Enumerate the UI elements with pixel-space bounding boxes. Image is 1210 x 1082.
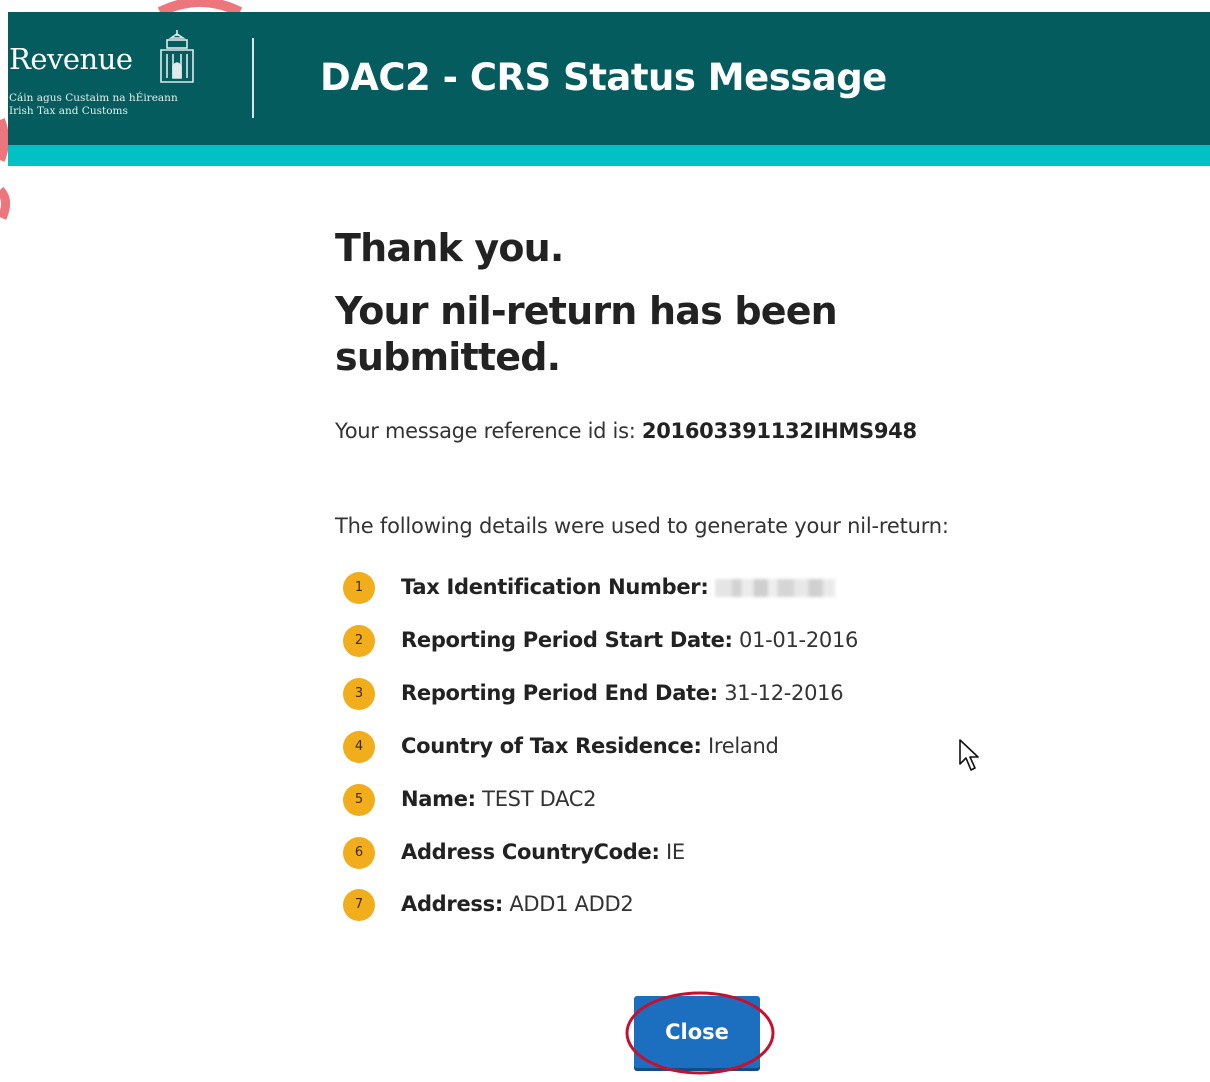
step-number-badge: 2 xyxy=(343,625,375,657)
detail-label: Reporting Period Start Date: xyxy=(401,628,733,652)
submission-confirmation-heading: Your nil-return has been submitted. xyxy=(335,289,838,379)
logo-subtitle-line-2: Irish Tax and Customs xyxy=(9,105,128,117)
detail-item-address: 7 Address: ADD1 ADD2 xyxy=(343,889,1023,923)
reference-id-label: Your message reference id is: xyxy=(335,419,636,443)
detail-item-country-code: 6 Address CountryCode: IE xyxy=(343,837,1023,871)
detail-label: Reporting Period End Date: xyxy=(401,681,718,705)
step-number-badge: 3 xyxy=(343,678,375,710)
detail-label: Address: xyxy=(401,892,503,916)
logo-wordmark: Revenue xyxy=(9,42,133,76)
detail-text: Reporting Period End Date: 31-12-2016 xyxy=(401,681,844,705)
close-button[interactable]: Close xyxy=(634,996,760,1068)
detail-value: 31-12-2016 xyxy=(724,681,844,705)
detail-text: Tax Identification Number: xyxy=(401,575,835,599)
header-accent-stripe xyxy=(8,145,1210,166)
detail-item-period-start: 2 Reporting Period Start Date: 01-01-201… xyxy=(343,625,1023,659)
step-number-badge: 4 xyxy=(343,731,375,763)
details-intro: The following details were used to gener… xyxy=(335,514,949,538)
mouse-cursor-icon xyxy=(959,739,979,771)
detail-label: Country of Tax Residence: xyxy=(401,734,702,758)
redacted-value xyxy=(714,579,835,597)
detail-label: Name: xyxy=(401,787,476,811)
detail-value: IE xyxy=(665,840,685,864)
revenue-logo[interactable]: Revenue Cáin agus Custaim na hÉireann Ir… xyxy=(9,28,209,128)
detail-text: Reporting Period Start Date: 01-01-2016 xyxy=(401,628,858,652)
harp-building-icon xyxy=(160,30,194,83)
step-number-badge: 1 xyxy=(343,572,375,604)
logo-subtitle: Cáin agus Custaim na hÉireann Irish Tax … xyxy=(9,92,178,118)
detail-value: Ireland xyxy=(707,734,779,758)
step-number-badge: 5 xyxy=(343,784,375,816)
header-divider xyxy=(252,38,254,118)
detail-item-tax-id: 1 Tax Identification Number: xyxy=(343,572,1023,606)
detail-text: Country of Tax Residence: Ireland xyxy=(401,734,779,758)
detail-value: 01-01-2016 xyxy=(739,628,859,652)
thank-you-heading: Thank you. xyxy=(335,226,564,270)
detail-text: Address: ADD1 ADD2 xyxy=(401,892,634,916)
page-title: DAC2 - CRS Status Message xyxy=(320,56,887,99)
detail-item-country: 4 Country of Tax Residence: Ireland xyxy=(343,731,1023,765)
detail-label: Tax Identification Number: xyxy=(401,575,709,599)
detail-text: Address CountryCode: IE xyxy=(401,840,685,864)
detail-item-period-end: 3 Reporting Period End Date: 31-12-2016 xyxy=(343,678,1023,712)
logo-subtitle-line-1: Cáin agus Custaim na hÉireann xyxy=(9,92,178,104)
detail-value: TEST DAC2 xyxy=(482,787,597,811)
reference-id-line: Your message reference id is: 2016033911… xyxy=(335,419,917,443)
detail-text: Name: TEST DAC2 xyxy=(401,787,597,811)
step-number-badge: 6 xyxy=(343,837,375,869)
reference-id-value: 201603391132IHMS948 xyxy=(641,419,917,443)
detail-label: Address CountryCode: xyxy=(401,840,660,864)
detail-value: ADD1 ADD2 xyxy=(509,892,634,916)
step-number-badge: 7 xyxy=(343,889,375,921)
detail-item-name: 5 Name: TEST DAC2 xyxy=(343,784,1023,818)
